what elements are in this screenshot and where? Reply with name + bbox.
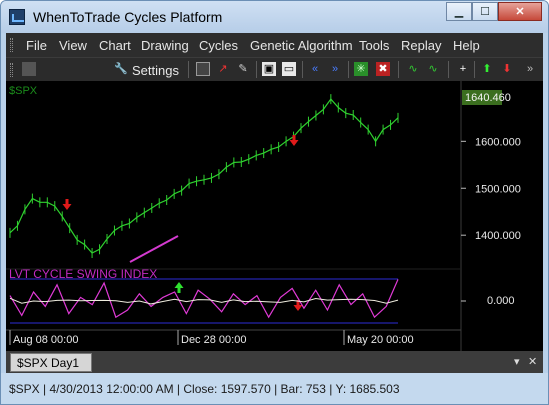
price-tick-label: 1400.000 xyxy=(475,230,521,242)
draw-line-icon[interactable]: ↗ xyxy=(216,62,230,76)
down-signal-arrow xyxy=(289,135,299,146)
toolbar-separator xyxy=(474,61,475,78)
indicator-tick-label: 0.000 xyxy=(487,295,515,307)
tab-spx-day1[interactable]: $SPX Day1 xyxy=(10,353,92,372)
toolbar-separator xyxy=(188,61,189,78)
tab-close-icon[interactable]: ✕ xyxy=(528,355,537,368)
price-tick-label: 1600.000 xyxy=(475,136,521,148)
app-logo-icon xyxy=(9,9,25,25)
menu-chart[interactable]: Chart xyxy=(99,38,131,53)
toolbar-grip[interactable] xyxy=(10,63,13,77)
menu-help[interactable]: Help xyxy=(453,38,480,53)
menu-cycles[interactable]: Cycles xyxy=(199,38,238,53)
menu-bar: File View Chart Drawing Cycles Genetic A… xyxy=(6,33,543,57)
window-title: WhenToTrade Cycles Platform xyxy=(33,9,223,25)
date-tick-label: Aug 08 00:00 xyxy=(13,334,78,346)
toolbar-separator xyxy=(302,61,303,78)
draw-tool-icon[interactable]: ✎ xyxy=(236,62,250,76)
symbol-icon[interactable] xyxy=(22,62,36,76)
wrench-icon[interactable]: 🔧 xyxy=(114,62,128,76)
workspace: File View Chart Drawing Cycles Genetic A… xyxy=(6,33,543,373)
up-signal-arrow xyxy=(174,282,184,293)
menubar-grip[interactable] xyxy=(10,38,13,52)
add-icon[interactable]: + xyxy=(456,62,470,76)
arrow-down-icon[interactable]: ⬇ xyxy=(500,62,514,76)
wave-down-icon[interactable]: ∿ xyxy=(426,62,440,76)
cycle-swing-index-line xyxy=(9,279,399,319)
menu-genetic-algorithm[interactable]: Genetic Algorithm xyxy=(250,38,353,53)
grid-icon[interactable] xyxy=(196,62,210,76)
price-tick-label: 1500.000 xyxy=(475,183,521,195)
scroll-left-icon[interactable]: « xyxy=(308,62,322,76)
remove-cycles-icon[interactable]: ✖ xyxy=(376,62,390,76)
menu-tools[interactable]: Tools xyxy=(359,38,389,53)
toolbar-separator xyxy=(398,61,399,78)
trend-line xyxy=(129,235,179,263)
cycle-scan-icon[interactable]: ✳ xyxy=(354,62,368,76)
toolbar-separator xyxy=(256,61,257,78)
arrow-up-icon[interactable]: ⬆ xyxy=(480,62,494,76)
chart-area[interactable]: 1600.000 1500.000 1400.000 1640.460 $SPX L… xyxy=(6,81,543,351)
tab-list-icon[interactable]: ▾ xyxy=(514,355,520,368)
last-price-label: 1640.460 xyxy=(465,92,511,104)
wave-up-icon[interactable]: ∿ xyxy=(406,62,420,76)
menu-drawing[interactable]: Drawing xyxy=(141,38,189,53)
chart-tab-strip: $SPX Day1 ▾ ✕ xyxy=(6,351,543,373)
minimize-button[interactable]: ▁ xyxy=(446,2,472,21)
close-button[interactable]: ✕ xyxy=(498,2,542,21)
window-icon[interactable]: ▣ xyxy=(262,62,276,76)
panel-icon[interactable]: ▭ xyxy=(282,62,296,76)
menu-view[interactable]: View xyxy=(59,38,87,53)
date-tick-label: May 20 00:00 xyxy=(347,334,414,346)
menu-replay[interactable]: Replay xyxy=(401,38,441,53)
toolbar-separator xyxy=(448,61,449,78)
symbol-label: $SPX xyxy=(9,85,38,97)
maximize-button[interactable]: ☐ xyxy=(472,2,498,21)
down-signal-arrow xyxy=(62,199,72,210)
toolbar-overflow-icon[interactable]: » xyxy=(523,62,537,76)
scroll-right-icon[interactable]: » xyxy=(328,62,342,76)
title-bar[interactable]: WhenToTrade Cycles Platform ▁ ☐ ✕ xyxy=(1,1,548,33)
status-bar: $SPX | 4/30/2013 12:00:00 AM | Close: 15… xyxy=(1,373,548,404)
menu-file[interactable]: File xyxy=(26,38,47,53)
app-window: WhenToTrade Cycles Platform ▁ ☐ ✕ File V… xyxy=(0,0,549,405)
toolbar: 🔧 Settings ↗ ✎ ▣ ▭ « » ✳ ✖ ∿ ∿ + ⬆ ⬇ » xyxy=(6,57,543,81)
settings-button[interactable]: Settings xyxy=(132,63,179,78)
date-tick-label: Dec 28 00:00 xyxy=(181,334,246,346)
toolbar-separator xyxy=(348,61,349,78)
signal-line xyxy=(9,297,399,305)
